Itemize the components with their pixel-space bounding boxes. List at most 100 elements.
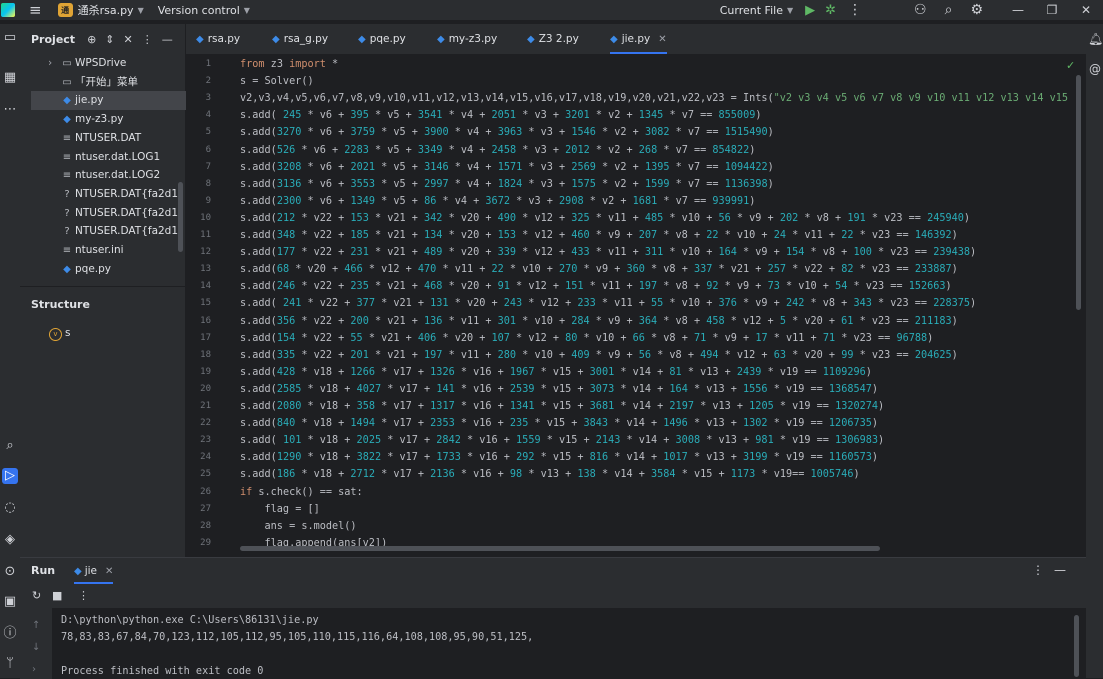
editor-tab[interactable]: ◆ jie.py ✕ [610, 24, 667, 54]
chevron-down-icon[interactable]: ▼ [787, 6, 793, 15]
restore-button[interactable]: ❐ [1035, 3, 1069, 17]
python-packages-icon[interactable]: ◌ [2, 500, 18, 516]
project-name[interactable]: 通杀rsa.py [78, 2, 134, 18]
code-line[interactable]: 18 s.add(335 * v22 + 201 * v21 + 197 * v1… [186, 347, 1086, 364]
more-icon[interactable]: ⋮ [848, 2, 862, 18]
code-line[interactable]: 22 s.add(840 * v18 + 1494 * v17 + 2353 * … [186, 415, 1086, 432]
version-control-menu[interactable]: Version control [158, 4, 240, 17]
code-line[interactable]: 10 s.add(212 * v22 + 153 * v21 + 342 * v2… [186, 210, 1086, 227]
add-user-icon[interactable]: ⚇ [914, 2, 927, 18]
scroll-down-icon[interactable]: ↓ [32, 642, 40, 653]
problems-icon[interactable]: ⓘ [2, 626, 18, 642]
terminal-icon[interactable]: ▣ [2, 594, 18, 610]
project-tree-item[interactable]: › ▭ WPSDrive [48, 54, 178, 73]
code-text: v2,v3,v4,v5,v6,v7,v8,v9,v10,v11,v12,v13,… [240, 93, 1069, 105]
scroll-up-icon[interactable]: ↑ [32, 620, 40, 631]
search-icon[interactable]: ⌕ [2, 438, 18, 454]
run-tab-jie[interactable]: ◆ jie ✕ [74, 558, 114, 584]
code-line[interactable]: 17 s.add(154 * v22 + 55 * v21 + 406 * v20… [186, 330, 1086, 347]
project-tree-item[interactable]: ? NTUSER.DAT{fa2d155e- [61, 185, 178, 204]
code-line[interactable]: 23 s.add( 101 * v18 + 2025 * v17 + 2842 *… [186, 432, 1086, 449]
project-panel-actions[interactable]: ⊕⇕✕⋮— [87, 33, 182, 46]
close-tab-icon[interactable]: ✕ [658, 34, 666, 45]
stop-icon[interactable]: ■ [52, 589, 62, 602]
editor-tab[interactable]: ◆ my-z3.py [437, 24, 497, 54]
debug-icon[interactable]: ✲ [825, 3, 836, 18]
search-icon[interactable]: ⌕ [945, 2, 953, 18]
line-number: 22 [200, 418, 211, 429]
project-tree-item[interactable]: ◆ my-z3.py [61, 110, 178, 129]
line-number: 4 [205, 110, 211, 121]
run-tool-icon[interactable]: ▷ [2, 468, 18, 484]
code-line[interactable]: 14 s.add(246 * v22 + 235 * v21 + 468 * v2… [186, 278, 1086, 295]
editor-tab[interactable]: ◆ rsa_g.py [272, 24, 328, 54]
editor-horizontal-scrollbar[interactable] [240, 546, 880, 551]
close-tab-icon[interactable]: ✕ [105, 566, 113, 577]
project-tree-item[interactable]: ≡ NTUSER.DAT [61, 129, 178, 148]
project-tree-item[interactable]: ◆ jie.py [31, 91, 187, 111]
structure-item[interactable]: vs [49, 327, 70, 341]
code-line[interactable]: 4 s.add( 245 * v6 + 395 * v5 + 3541 * v4 … [186, 107, 1086, 124]
services-icon[interactable]: ⊙ [2, 564, 18, 580]
code-line[interactable]: 16 s.add(356 * v22 + 200 * v21 + 136 * v1… [186, 313, 1086, 330]
editor-tab[interactable]: ◆ rsa.py [196, 24, 240, 54]
run-output-scrollbar[interactable] [1074, 615, 1079, 677]
run-panel-options-icon[interactable]: ⋮— [1032, 563, 1076, 577]
code-line[interactable]: 13 s.add(68 * v20 + 466 * v12 + 470 * v11… [186, 261, 1086, 278]
chevron-down-icon[interactable]: ▼ [138, 6, 144, 15]
code-line[interactable]: 21 s.add(2080 * v18 + 358 * v17 + 1317 * … [186, 398, 1086, 415]
project-tree-item[interactable]: ≡ ntuser.ini [61, 241, 178, 260]
code-line[interactable]: 28 ans = s.model() [186, 518, 1086, 535]
code-line[interactable]: 5 s.add(3270 * v6 + 3759 * v5 + 3900 * v4… [186, 124, 1086, 141]
more-icon[interactable]: ⋮ [78, 589, 89, 602]
project-tree-item[interactable]: ? NTUSER.DAT{fa2d155e- [61, 222, 178, 241]
settings-gear-icon[interactable]: ⚙ [970, 2, 983, 18]
code-line[interactable]: 19 s.add(428 * v18 + 1266 * v17 + 1326 * … [186, 364, 1086, 381]
project-tree-scrollbar[interactable] [178, 182, 183, 252]
code-line[interactable]: 3 v2,v3,v4,v5,v6,v7,v8,v9,v10,v11,v12,v13… [186, 90, 1086, 107]
code-line[interactable]: 26 if s.check() == sat: [186, 484, 1086, 501]
code-line[interactable]: 9 s.add(2300 * v6 + 1349 * v5 + 86 * v4 +… [186, 193, 1086, 210]
code-line[interactable]: 1 from z3 import * [186, 56, 1086, 73]
code-line[interactable]: 24 s.add(1290 * v18 + 3822 * v17 + 1733 *… [186, 449, 1086, 466]
project-tree-item[interactable]: ? NTUSER.DAT{fa2d155e- [61, 204, 178, 223]
git-icon[interactable]: ᛘ [2, 656, 18, 672]
project-tree-item[interactable]: ≡ ntuser.dat.LOG1 [61, 148, 178, 167]
minimize-button[interactable]: — [1001, 3, 1035, 17]
chevron-down-icon[interactable]: ▼ [244, 6, 250, 15]
code-line[interactable]: 27 flag = [] [186, 501, 1086, 518]
code-line[interactable]: 8 s.add(3136 * v6 + 3553 * v5 + 2997 * v4… [186, 176, 1086, 193]
folder-icon[interactable]: ▭ [2, 30, 18, 46]
structure-icon[interactable]: ▦ [2, 70, 18, 86]
code-line[interactable]: 12 s.add(177 * v22 + 231 * v21 + 489 * v2… [186, 244, 1086, 261]
run-icon[interactable]: ▶ [805, 3, 815, 18]
code-line[interactable]: 2 s = Solver() [186, 73, 1086, 90]
code-line[interactable]: 7 s.add(3208 * v6 + 2021 * v5 + 3146 * v4… [186, 159, 1086, 176]
editor-tab[interactable]: ◆ Z3 2.py [527, 24, 579, 54]
code-line[interactable]: 6 s.add(526 * v6 + 2283 * v5 + 3349 * v4 … [186, 142, 1086, 159]
code-line[interactable]: 25 s.add(186 * v18 + 2712 * v17 + 2136 * … [186, 466, 1086, 483]
code-line[interactable]: 15 s.add( 241 * v22 + 377 * v21 + 131 * v… [186, 295, 1086, 312]
inspection-ok-icon[interactable]: ✓ [1066, 59, 1075, 72]
code-line[interactable]: 11 s.add(348 * v22 + 185 * v21 + 134 * v2… [186, 227, 1086, 244]
project-tree-item[interactable]: ▭ 「开始」菜单 [61, 73, 178, 92]
main-menu-icon[interactable]: ≡ [29, 2, 42, 18]
run-config-selector[interactable]: Current File [720, 4, 783, 17]
rerun-icon[interactable]: ↻ [32, 589, 41, 602]
layers-icon[interactable]: ◈ [2, 532, 18, 548]
close-button[interactable]: ✕ [1069, 3, 1103, 17]
project-tree-item[interactable]: ≡ ntuser.dat.LOG2 [61, 166, 178, 185]
project-badge[interactable]: 通 [57, 3, 73, 17]
code-editor[interactable]: 1 from z3 import * 2 s = Solver() 3 v2,v3,v4,… [186, 55, 1086, 552]
expand-chevron-icon[interactable]: › [48, 54, 52, 73]
code-line[interactable]: 20 s.add(2585 * v18 + 4027 * v17 + 141 * … [186, 381, 1086, 398]
project-tree-item[interactable]: ◆ pqe.py [61, 260, 178, 279]
expand-icon[interactable]: › [32, 664, 36, 675]
editor-vertical-scrollbar[interactable] [1076, 75, 1081, 310]
notifications-bell-icon[interactable]: 🔔︎ [1088, 32, 1103, 46]
editor-tab-label: rsa_g.py [283, 33, 329, 45]
editor-tab[interactable]: ◆ pqe.py [358, 24, 406, 54]
unknown-file-icon: ? [64, 226, 70, 238]
more-tools-icon[interactable]: ⋯ [2, 102, 18, 118]
ai-assistant-icon[interactable]: @ [1088, 62, 1102, 76]
